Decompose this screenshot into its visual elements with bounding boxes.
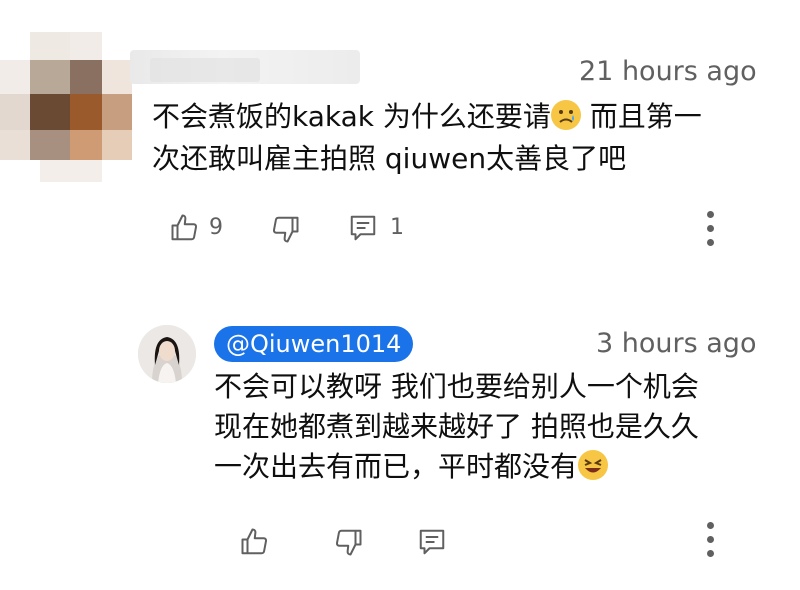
comment-text-part: 不会煮饭的kakak 为什么还要请 [152,100,551,133]
reply-timestamp: 3 hours ago [596,328,757,359]
comment-text-part: 而且第一 [580,100,702,133]
thumb-up-icon[interactable] [240,527,270,557]
avatar[interactable] [138,325,196,383]
reply-count: 1 [390,215,404,240]
reply-icon[interactable] [348,213,378,243]
reply-text-line2: 现在她都煮到越来越好了 拍照也是久久 [214,410,699,443]
thumb-up-icon[interactable] [170,213,200,243]
reply-text-part: 一次出去有而已，平时都没有 [214,450,579,483]
pixelated-avatar[interactable] [0,32,140,182]
laughing-emoji-icon [578,450,609,480]
comment-timestamp: 21 hours ago [579,56,757,87]
reply-text-line3: 一次出去有而已，平时都没有 [214,446,609,488]
thumb-down-icon[interactable] [333,527,363,557]
author-mention-badge[interactable]: @Qiuwen1014 [214,326,414,362]
reply-icon[interactable] [417,527,447,557]
more-vert-icon[interactable] [705,211,715,253]
comment-text-line1: 不会煮饭的kakak 为什么还要请 而且第一 [152,96,702,138]
crying-emoji-icon [550,100,581,130]
blurred-username-detail [150,58,260,82]
comment-text-line2: 次还敢叫雇主拍照 qiuwen太善良了吧 [152,142,627,175]
like-count: 9 [209,215,223,240]
thumb-down-icon[interactable] [270,214,300,244]
reply-text-line1: 不会可以教呀 我们也要给别人一个机会 [214,370,699,403]
more-vert-icon[interactable] [705,522,715,564]
